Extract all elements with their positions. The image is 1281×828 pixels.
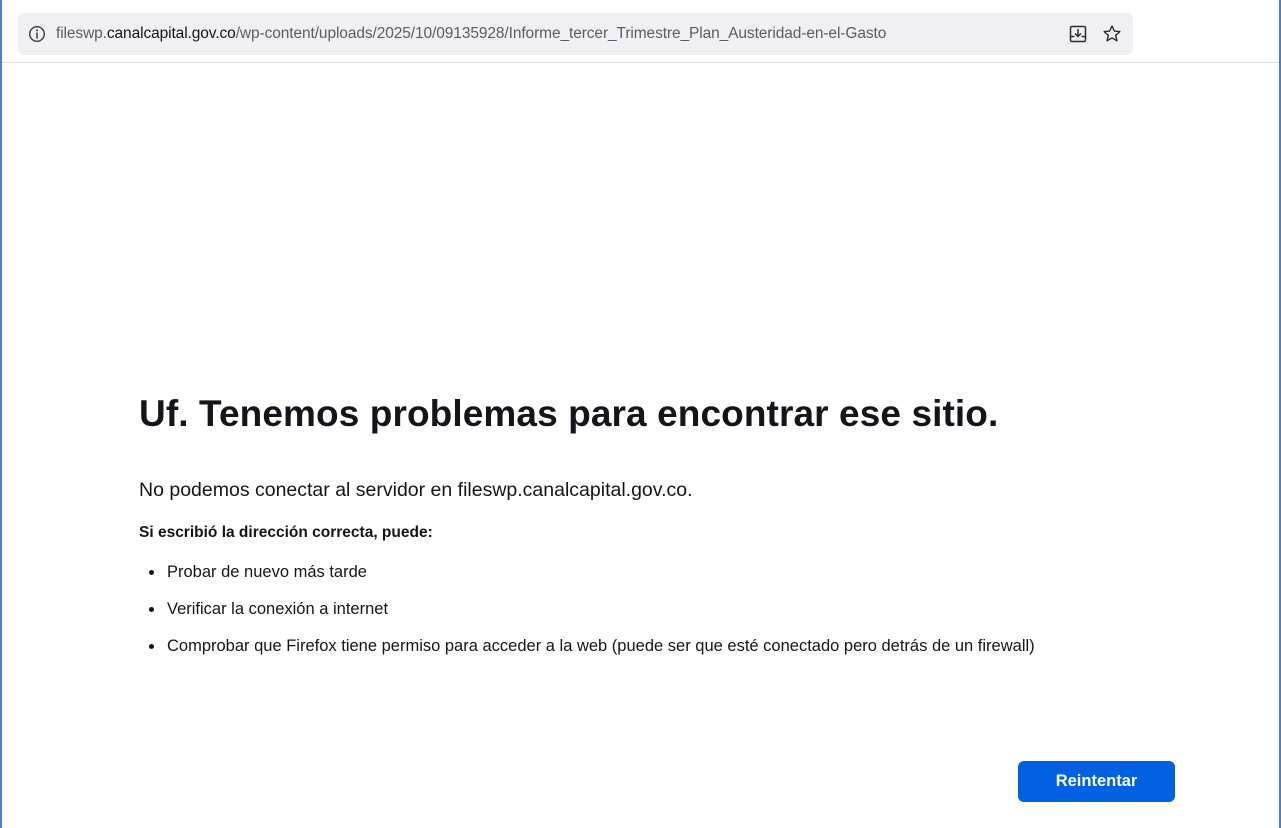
url-path: /wp-content/uploads/2025/10/09135928/Inf…: [235, 25, 887, 42]
url-bar[interactable]: fileswp.canalcapital.gov.co/wp-content/u…: [18, 13, 1133, 55]
suggestions-list: Probar de nuevo más tarde Verificar la c…: [139, 560, 1179, 658]
suggestions-heading: Si escribió la dirección correcta, puede…: [139, 524, 433, 541]
browser-window: fileswp.canalcapital.gov.co/wp-content/u…: [0, 0, 1281, 828]
download-icon[interactable]: [1067, 23, 1089, 45]
url-host: canalcapital.gov.co: [106, 25, 236, 42]
error-content: Uf. Tenemos problemas para encontrar ese…: [139, 390, 1179, 658]
url-prefix: fileswp.: [56, 25, 107, 42]
url-text[interactable]: fileswp.canalcapital.gov.co/wp-content/u…: [56, 25, 1059, 43]
list-item: Comprobar que Firefox tiene permiso para…: [165, 634, 1179, 658]
error-description: No podemos conectar al servidor en files…: [139, 479, 693, 501]
list-item: Verificar la conexión a internet: [165, 597, 1179, 621]
info-icon[interactable]: [28, 25, 46, 43]
retry-button[interactable]: Reintentar: [1018, 761, 1175, 802]
url-actions: [1059, 23, 1133, 45]
url-fade: [1029, 25, 1059, 43]
error-title: Uf. Tenemos problemas para encontrar ese…: [139, 393, 999, 434]
browser-toolbar: fileswp.canalcapital.gov.co/wp-content/u…: [2, 0, 1279, 63]
list-item: Probar de nuevo más tarde: [165, 560, 1179, 584]
bookmark-star-icon[interactable]: [1101, 23, 1123, 45]
